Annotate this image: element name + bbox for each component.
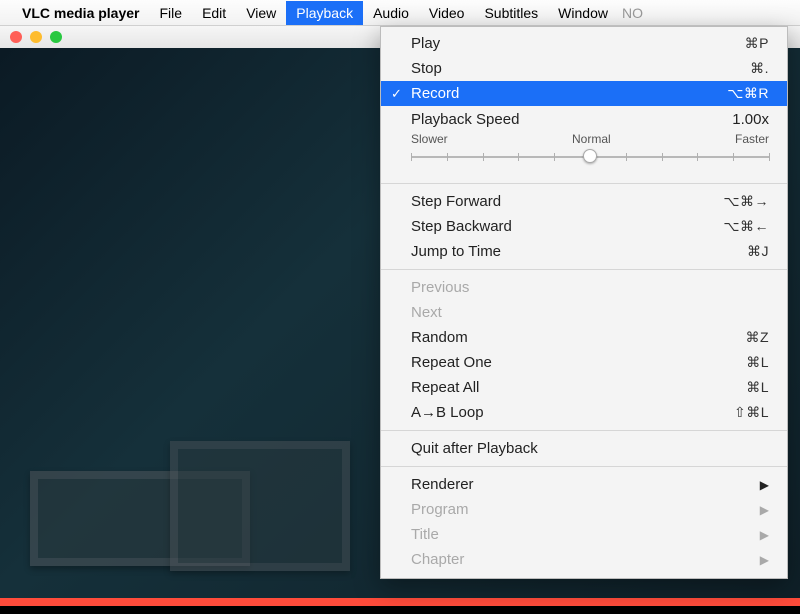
- menu-video[interactable]: Video: [419, 1, 475, 25]
- speed-faster-label: Faster: [735, 132, 769, 146]
- menu-item-step-forward[interactable]: Step Forward ⌥⌘→: [381, 189, 787, 214]
- menu-playback[interactable]: Playback: [286, 1, 363, 25]
- menu-item-ab-loop[interactable]: A→B Loop ⇧⌘L: [381, 400, 787, 425]
- menu-item-repeat-one[interactable]: Repeat One ⌘L: [381, 350, 787, 375]
- menu-view[interactable]: View: [236, 1, 286, 25]
- window-zoom-button[interactable]: [50, 31, 62, 43]
- video-scenery: [170, 441, 350, 571]
- window-minimize-button[interactable]: [30, 31, 42, 43]
- playback-speed-value: 1.00x: [732, 111, 769, 128]
- speed-slower-label: Slower: [411, 132, 448, 146]
- menu-item-random[interactable]: Random ⌘Z: [381, 325, 787, 350]
- playback-speed-section: Playback Speed 1.00x Slower Normal Faste…: [381, 106, 787, 178]
- slider-knob[interactable]: [583, 149, 597, 163]
- menu-item-next: Next: [381, 300, 787, 325]
- submenu-arrow-icon: ▶: [760, 528, 769, 542]
- menu-edit[interactable]: Edit: [192, 1, 236, 25]
- playback-progress-bar[interactable]: [0, 598, 800, 606]
- menu-file[interactable]: File: [150, 1, 193, 25]
- menu-item-play[interactable]: Play ⌘P: [381, 31, 787, 56]
- window-close-button[interactable]: [10, 31, 22, 43]
- menu-item-record[interactable]: ✓ Record ⌥⌘R: [381, 81, 787, 106]
- submenu-arrow-icon: ▶: [760, 503, 769, 517]
- playback-menu-dropdown: Play ⌘P Stop ⌘. ✓ Record ⌥⌘R Playback Sp…: [380, 26, 788, 579]
- menu-audio[interactable]: Audio: [363, 1, 419, 25]
- playback-speed-slider[interactable]: [411, 148, 769, 166]
- submenu-arrow-icon: ▶: [760, 478, 769, 492]
- menu-item-title: Title ▶: [381, 522, 787, 547]
- menu-item-renderer[interactable]: Renderer ▶: [381, 472, 787, 497]
- menu-item-program: Program ▶: [381, 497, 787, 522]
- menu-item-step-backward[interactable]: Step Backward ⌥⌘←: [381, 214, 787, 239]
- menu-truncated: NO: [618, 1, 653, 25]
- menu-item-repeat-all[interactable]: Repeat All ⌘L: [381, 375, 787, 400]
- menu-subtitles[interactable]: Subtitles: [474, 1, 548, 25]
- menu-item-chapter: Chapter ▶: [381, 547, 787, 572]
- menu-item-previous: Previous: [381, 275, 787, 300]
- speed-normal-label: Normal: [572, 132, 611, 146]
- playback-speed-label: Playback Speed: [411, 111, 519, 128]
- menu-item-jump-to-time[interactable]: Jump to Time ⌘J: [381, 239, 787, 264]
- menu-separator: [381, 430, 787, 431]
- submenu-arrow-icon: ▶: [760, 553, 769, 567]
- menu-separator: [381, 183, 787, 184]
- checkmark-icon: ✓: [391, 86, 402, 102]
- menu-item-stop[interactable]: Stop ⌘.: [381, 56, 787, 81]
- menu-separator: [381, 269, 787, 270]
- menu-separator: [381, 466, 787, 467]
- menu-window[interactable]: Window: [548, 1, 618, 25]
- menubar: VLC media player File Edit View Playback…: [0, 0, 800, 26]
- app-name[interactable]: VLC media player: [22, 5, 140, 21]
- menu-item-quit-after-playback[interactable]: Quit after Playback: [381, 436, 787, 461]
